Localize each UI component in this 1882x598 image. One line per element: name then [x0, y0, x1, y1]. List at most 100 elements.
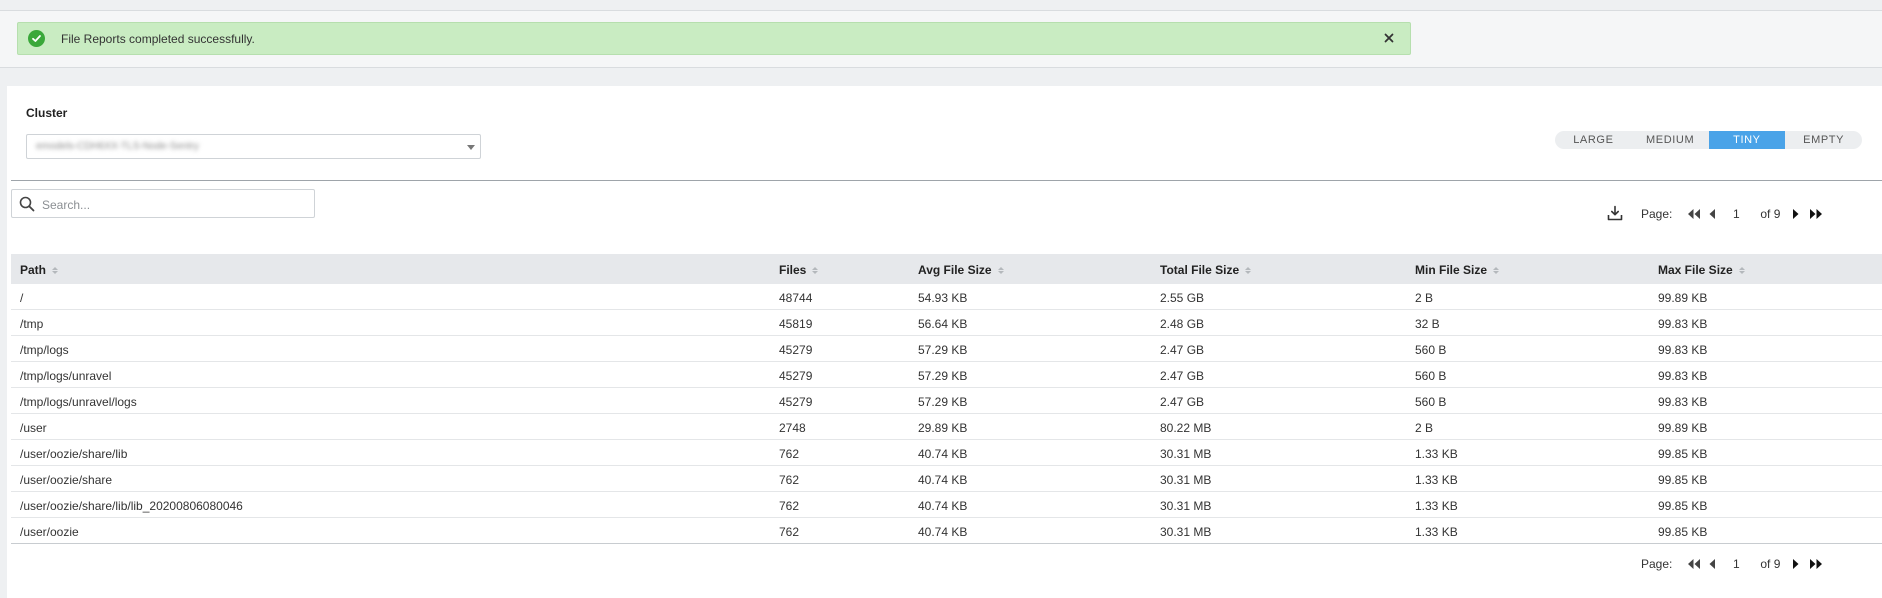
search-input[interactable]: [40, 194, 304, 216]
cell-files: 45819: [779, 316, 813, 331]
cluster-select[interactable]: emodels-CDH6XX-TLS-Node-Sentry: [26, 134, 481, 159]
cell-max-file-size: 99.83 KB: [1658, 342, 1708, 357]
next-page-icon[interactable]: [1792, 558, 1800, 570]
sort-icon: [1738, 266, 1745, 274]
cell-path: /tmp/logs/unravel/logs: [20, 394, 137, 409]
cell-total-file-size: 30.31 MB: [1160, 472, 1212, 487]
cell-max-file-size: 99.83 KB: [1658, 368, 1708, 383]
sort-icon: [1245, 266, 1252, 274]
check-circle-icon: [28, 30, 45, 47]
cell-path: /user/oozie/share/lib/lib_20200806080046: [20, 498, 243, 513]
cell-min-file-size: 1.33 KB: [1415, 524, 1458, 539]
first-page-icon[interactable]: [1686, 558, 1702, 570]
table-row[interactable]: /user 2748 29.89 KB 80.22 MB 2 B 99.89 KB: [11, 414, 1882, 440]
column-header-min-file-size[interactable]: Min File Size: [1415, 263, 1500, 277]
cell-avg-file-size: 57.29 KB: [918, 394, 968, 409]
cell-total-file-size: 80.22 MB: [1160, 420, 1212, 435]
cell-min-file-size: 32 B: [1415, 316, 1440, 331]
table-row[interactable]: /user/oozie/share/lib 762 40.74 KB 30.31 MB…: [11, 440, 1882, 466]
page-total: of 9: [1760, 207, 1781, 221]
column-header-path[interactable]: Path: [20, 263, 59, 277]
page-number[interactable]: 1: [1716, 207, 1756, 221]
column-header-max-file-size[interactable]: Max File Size: [1658, 263, 1745, 277]
cell-min-file-size: 2 B: [1415, 290, 1434, 305]
cell-max-file-size: 99.85 KB: [1658, 472, 1708, 487]
cell-max-file-size: 99.85 KB: [1658, 524, 1708, 539]
cell-max-file-size: 99.83 KB: [1658, 316, 1708, 331]
column-header-label: Total File Size: [1160, 263, 1240, 277]
cell-files: 45279: [779, 368, 813, 383]
table-row[interactable]: /tmp/logs/unravel/logs 45279 57.29 KB 2.47 …: [11, 388, 1882, 414]
prev-page-icon[interactable]: [1708, 558, 1716, 570]
size-tab-empty[interactable]: EMPTY: [1785, 131, 1862, 149]
cell-files: 2748: [779, 420, 806, 435]
sort-icon: [812, 266, 819, 274]
file-report-table: Path Files Avg File Size Total File Size Min…: [11, 254, 1882, 544]
cell-files: 762: [779, 524, 800, 539]
divider: [11, 180, 1882, 181]
size-tab-medium[interactable]: MEDIUM: [1632, 131, 1709, 149]
table-row[interactable]: / 48744 54.93 KB 2.55 GB 2 B 99.89 KB: [11, 284, 1882, 310]
column-header-files[interactable]: Files: [779, 263, 819, 277]
table-row[interactable]: /user/oozie/share 762 40.74 KB 30.31 MB 1.33…: [11, 466, 1882, 492]
page-label: Page:: [1641, 207, 1673, 221]
file-reports-panel: Cluster emodels-CDH6XX-TLS-Node-Sentry L…: [7, 86, 1882, 598]
search-box: [11, 189, 315, 218]
cell-avg-file-size: 54.93 KB: [918, 290, 968, 305]
cell-path: /user/oozie/share/lib: [20, 446, 128, 461]
table-row[interactable]: /tmp 45819 56.64 KB 2.48 GB 32 B 99.83 KB: [11, 310, 1882, 336]
pagination-bottom: Page: 1 of 9: [1641, 557, 1824, 571]
next-page-icon[interactable]: [1792, 208, 1800, 220]
cell-files: 45279: [779, 342, 813, 357]
page-label: Page:: [1641, 557, 1673, 571]
table-row[interactable]: /tmp/logs 45279 57.29 KB 2.47 GB 560 B 99.83 …: [11, 336, 1882, 362]
table-row[interactable]: /tmp/logs/unravel 45279 57.29 KB 2.47 GB 560…: [11, 362, 1882, 388]
cell-avg-file-size: 40.74 KB: [918, 446, 968, 461]
cell-files: 762: [779, 498, 800, 513]
column-header-label: Path: [20, 263, 47, 277]
cell-total-file-size: 2.55 GB: [1160, 290, 1205, 305]
page-total: of 9: [1760, 557, 1781, 571]
size-tab-large[interactable]: LARGE: [1555, 131, 1632, 149]
size-filter-tabs: LARGE MEDIUM TINY EMPTY: [1555, 131, 1862, 149]
prev-page-icon[interactable]: [1708, 208, 1716, 220]
cluster-label: Cluster: [26, 106, 68, 120]
page-number[interactable]: 1: [1716, 557, 1756, 571]
column-header-avg-file-size[interactable]: Avg File Size: [918, 263, 1004, 277]
cell-avg-file-size: 40.74 KB: [918, 524, 968, 539]
cluster-select-value: emodels-CDH6XX-TLS-Node-Sentry: [36, 141, 199, 152]
table-row[interactable]: /user/oozie 762 40.74 KB 30.31 MB 1.33 KB 99.…: [11, 518, 1882, 544]
column-header-total-file-size[interactable]: Total File Size: [1160, 263, 1252, 277]
cell-avg-file-size: 57.29 KB: [918, 342, 968, 357]
cell-total-file-size: 2.47 GB: [1160, 342, 1205, 357]
column-header-label: Max File Size: [1658, 263, 1733, 277]
close-icon[interactable]: [1382, 31, 1396, 45]
cell-path: /tmp/logs: [20, 342, 69, 357]
success-alert: File Reports completed successfully.: [17, 22, 1411, 55]
download-icon[interactable]: [1607, 205, 1623, 226]
cell-files: 762: [779, 472, 800, 487]
cell-min-file-size: 1.33 KB: [1415, 472, 1458, 487]
cell-max-file-size: 99.89 KB: [1658, 420, 1708, 435]
cell-path: /user/oozie: [20, 524, 79, 539]
last-page-icon[interactable]: [1808, 558, 1824, 570]
cell-path: /tmp/logs/unravel: [20, 368, 112, 383]
cell-total-file-size: 2.47 GB: [1160, 394, 1205, 409]
column-header-label: Min File Size: [1415, 263, 1488, 277]
size-tab-tiny[interactable]: TINY: [1708, 131, 1786, 149]
sort-icon: [52, 266, 59, 274]
cell-path: /user: [20, 420, 47, 435]
first-page-icon[interactable]: [1686, 208, 1702, 220]
cell-min-file-size: 1.33 KB: [1415, 446, 1458, 461]
search-icon: [19, 196, 35, 212]
sort-icon: [997, 266, 1004, 274]
cell-avg-file-size: 29.89 KB: [918, 420, 968, 435]
column-header-label: Files: [779, 263, 807, 277]
last-page-icon[interactable]: [1808, 208, 1824, 220]
table-row[interactable]: /user/oozie/share/lib/lib_20200806080046…: [11, 492, 1882, 518]
cell-min-file-size: 560 B: [1415, 368, 1447, 383]
pagination-top: Page: 1 of 9: [1641, 207, 1824, 221]
cell-min-file-size: 1.33 KB: [1415, 498, 1458, 513]
cell-avg-file-size: 57.29 KB: [918, 368, 968, 383]
cell-avg-file-size: 56.64 KB: [918, 316, 968, 331]
